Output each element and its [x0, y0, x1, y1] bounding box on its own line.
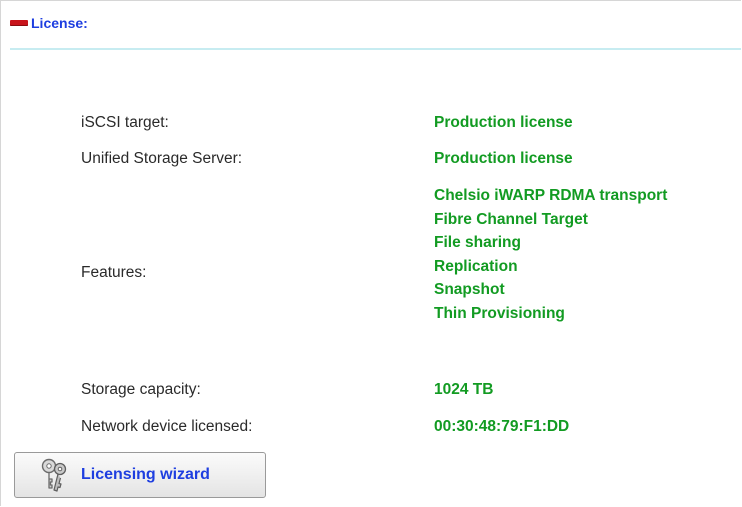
capacity-value: 1024 TB — [434, 381, 494, 398]
keys-icon — [41, 458, 67, 492]
feature-item: Thin Provisioning — [434, 304, 565, 322]
feature-item: Snapshot — [434, 281, 505, 298]
network-label: Network device licensed: — [81, 418, 253, 435]
license-panel: License: iSCSI target: Production licens… — [0, 0, 741, 506]
uss-value: Production license — [434, 150, 573, 167]
uss-label: Unified Storage Server: — [81, 150, 243, 167]
capacity-label: Storage capacity: — [81, 381, 201, 398]
features-list: Chelsio iWARP RDMA transport Fibre Chann… — [434, 184, 667, 325]
network-value: 00:30:48:79:F1:DD — [434, 418, 570, 435]
licensing-wizard-label: Licensing wizard — [81, 466, 210, 483]
feature-item: Replication — [434, 257, 518, 275]
collapse-icon[interactable] — [10, 20, 28, 26]
license-title: License: — [31, 15, 88, 31]
header-divider — [10, 48, 741, 50]
features-label: Features: — [81, 264, 147, 281]
feature-item: Fibre Channel Target — [434, 210, 588, 228]
licensing-wizard-button[interactable]: Licensing wizard — [14, 452, 266, 498]
iscsi-value: Production license — [434, 114, 573, 131]
feature-item: File sharing — [434, 234, 521, 251]
feature-item: Chelsio iWARP RDMA transport — [434, 187, 668, 204]
license-header[interactable]: License: — [10, 15, 88, 31]
iscsi-label: iSCSI target: — [81, 114, 169, 131]
